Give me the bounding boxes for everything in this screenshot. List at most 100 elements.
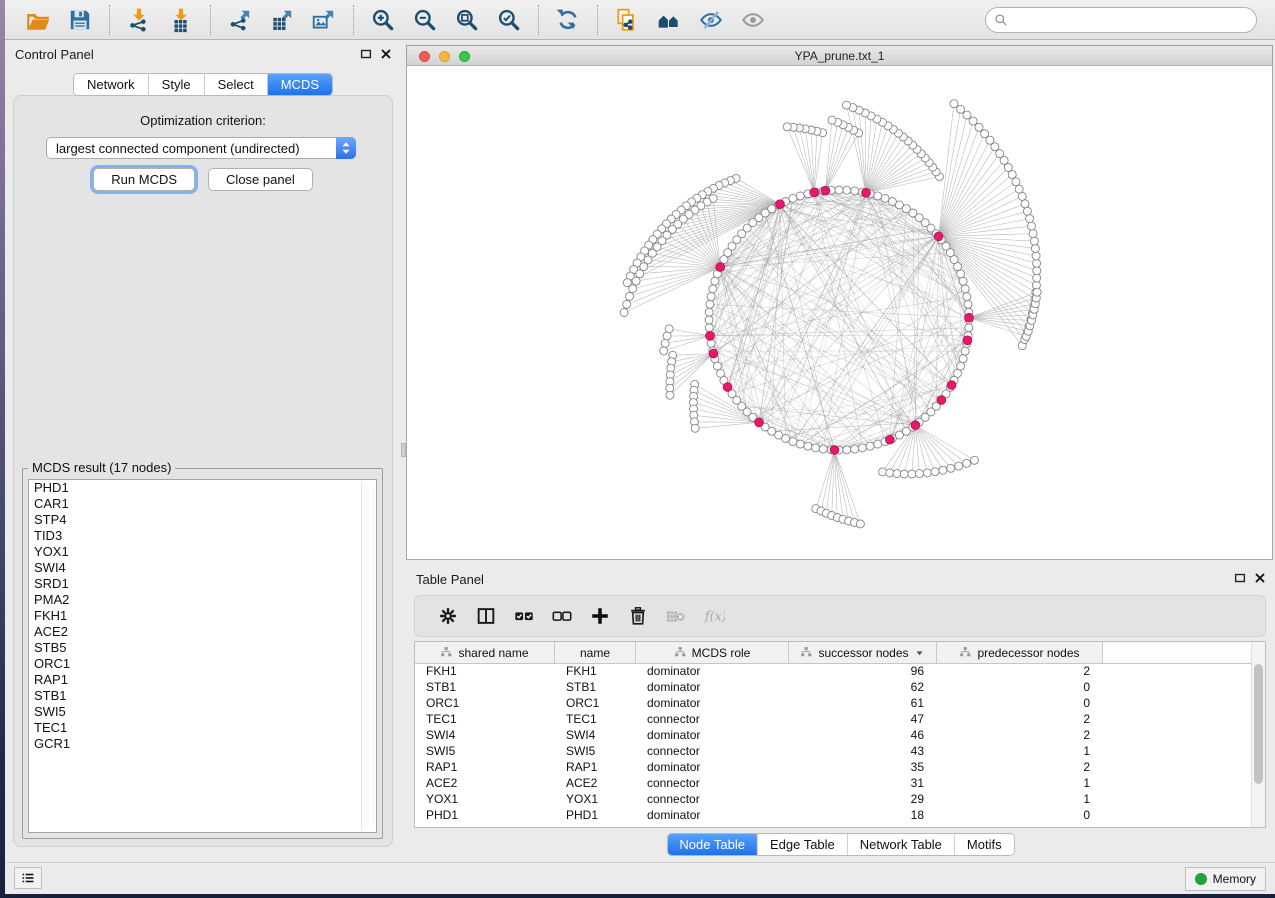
cell-successor-nodes[interactable]: 31: [789, 776, 937, 790]
cell-MCDS-role[interactable]: dominator: [636, 696, 789, 710]
cell-name[interactable]: SWI5: [555, 744, 636, 758]
table-scrollbar[interactable]: [1251, 642, 1265, 827]
column-header-MCDS-role[interactable]: MCDS role: [636, 642, 789, 663]
column-header-name[interactable]: name: [555, 642, 636, 663]
show-graphics-details-icon[interactable]: [738, 5, 768, 35]
table-row[interactable]: STB1STB1dominator620: [415, 679, 1251, 695]
deselect-all-icon[interactable]: [549, 603, 575, 629]
cell-MCDS-role[interactable]: dominator: [636, 728, 789, 742]
mcds-result-item[interactable]: PMA2: [29, 592, 376, 608]
cell-shared-name[interactable]: SWI5: [415, 744, 555, 758]
network-overview-icon[interactable]: [654, 5, 684, 35]
memory-button[interactable]: Memory: [1185, 867, 1266, 891]
mcds-result-item[interactable]: RAP1: [29, 672, 376, 688]
float-table-panel-icon[interactable]: [1233, 571, 1247, 585]
close-panel-button[interactable]: Close panel: [208, 168, 313, 191]
export-network-icon[interactable]: [225, 5, 255, 35]
split-panel-icon[interactable]: [473, 603, 499, 629]
cell-successor-nodes[interactable]: 35: [789, 760, 937, 774]
cell-shared-name[interactable]: RAP1: [415, 760, 555, 774]
mcds-result-item[interactable]: SRD1: [29, 576, 376, 592]
scrollbar-thumb[interactable]: [1254, 664, 1263, 784]
cell-successor-nodes[interactable]: 47: [789, 712, 937, 726]
column-header-shared-name[interactable]: shared name: [415, 642, 555, 663]
cell-successor-nodes[interactable]: 61: [789, 696, 937, 710]
cell-name[interactable]: YOX1: [555, 792, 636, 806]
mcds-result-item[interactable]: ACE2: [29, 624, 376, 640]
search-input[interactable]: [1008, 9, 1248, 31]
zoom-out-icon[interactable]: [410, 5, 440, 35]
tab-edge-table[interactable]: Edge Table: [758, 834, 848, 855]
column-header-successor-nodes[interactable]: successor nodes: [789, 642, 937, 663]
cell-predecessor-nodes[interactable]: 2: [937, 760, 1103, 774]
cell-name[interactable]: ORC1: [555, 696, 636, 710]
cell-successor-nodes[interactable]: 43: [789, 744, 937, 758]
optimization-criterion-select[interactable]: largest connected component (undirected): [46, 137, 356, 159]
table-row[interactable]: ORC1ORC1dominator610: [415, 695, 1251, 711]
cell-MCDS-role[interactable]: dominator: [636, 680, 789, 694]
cell-name[interactable]: FKH1: [555, 664, 636, 678]
mcds-result-item[interactable]: SWI5: [29, 704, 376, 720]
cell-successor-nodes[interactable]: 18: [789, 808, 937, 822]
mcds-result-item[interactable]: STB1: [29, 688, 376, 704]
mcds-result-item[interactable]: FKH1: [29, 608, 376, 624]
tab-select[interactable]: Select: [205, 74, 268, 95]
network-graph[interactable]: [407, 66, 1272, 559]
task-history-button[interactable]: [14, 867, 42, 889]
cell-predecessor-nodes[interactable]: 0: [937, 696, 1103, 710]
mcds-result-item[interactable]: PHD1: [29, 480, 376, 496]
cell-predecessor-nodes[interactable]: 1: [937, 792, 1103, 806]
zoom-selected-icon[interactable]: [494, 5, 524, 35]
open-folder-icon[interactable]: [23, 5, 53, 35]
mcds-result-list[interactable]: PHD1CAR1STP4TID3YOX1SWI4SRD1PMA2FKH1ACE2…: [28, 479, 377, 833]
cell-shared-name[interactable]: ORC1: [415, 696, 555, 710]
cell-MCDS-role[interactable]: connector: [636, 712, 789, 726]
table-row[interactable]: SWI4SWI4dominator462: [415, 727, 1251, 743]
export-table-icon[interactable]: [267, 5, 297, 35]
cell-predecessor-nodes[interactable]: 2: [937, 664, 1103, 678]
mcds-result-item[interactable]: CAR1: [29, 496, 376, 512]
cell-shared-name[interactable]: STB1: [415, 680, 555, 694]
select-all-icon[interactable]: [511, 603, 537, 629]
hide-graphics-details-icon[interactable]: [696, 5, 726, 35]
zoom-in-icon[interactable]: [368, 5, 398, 35]
close-panel-icon[interactable]: [379, 47, 393, 61]
mcds-result-item[interactable]: ORC1: [29, 656, 376, 672]
cell-MCDS-role[interactable]: dominator: [636, 664, 789, 678]
mcds-result-item[interactable]: SWI4: [29, 560, 376, 576]
add-column-icon[interactable]: [587, 603, 613, 629]
cell-shared-name[interactable]: FKH1: [415, 664, 555, 678]
table-row[interactable]: TEC1TEC1connector472: [415, 711, 1251, 727]
save-icon[interactable]: [65, 5, 95, 35]
result-list-scrollbar[interactable]: [361, 481, 375, 831]
mcds-result-item[interactable]: TEC1: [29, 720, 376, 736]
tab-mcds[interactable]: MCDS: [268, 74, 332, 95]
cell-MCDS-role[interactable]: connector: [636, 744, 789, 758]
cell-name[interactable]: SWI4: [555, 728, 636, 742]
search-box[interactable]: [985, 7, 1257, 33]
cell-shared-name[interactable]: SWI4: [415, 728, 555, 742]
import-table-icon[interactable]: [166, 5, 196, 35]
zoom-fit-icon[interactable]: [452, 5, 482, 35]
cell-successor-nodes[interactable]: 62: [789, 680, 937, 694]
mcds-result-item[interactable]: STB5: [29, 640, 376, 656]
tab-node-table[interactable]: Node Table: [667, 834, 758, 855]
run-mcds-button[interactable]: Run MCDS: [93, 168, 195, 191]
mcds-result-item[interactable]: YOX1: [29, 544, 376, 560]
cell-MCDS-role[interactable]: dominator: [636, 808, 789, 822]
tab-style[interactable]: Style: [149, 74, 205, 95]
cell-successor-nodes[interactable]: 96: [789, 664, 937, 678]
cell-predecessor-nodes[interactable]: 1: [937, 776, 1103, 790]
mcds-result-item[interactable]: TID3: [29, 528, 376, 544]
network-canvas[interactable]: [406, 66, 1273, 560]
table-row[interactable]: YOX1YOX1connector291: [415, 791, 1251, 807]
clone-network-icon[interactable]: [612, 5, 642, 35]
cell-predecessor-nodes[interactable]: 1: [937, 744, 1103, 758]
column-header-predecessor-nodes[interactable]: predecessor nodes: [937, 642, 1103, 663]
cell-name[interactable]: ACE2: [555, 776, 636, 790]
export-image-icon[interactable]: [309, 5, 339, 35]
cell-MCDS-role[interactable]: connector: [636, 792, 789, 806]
cell-predecessor-nodes[interactable]: 0: [937, 808, 1103, 822]
table-row[interactable]: ACE2ACE2connector311: [415, 775, 1251, 791]
cell-successor-nodes[interactable]: 29: [789, 792, 937, 806]
